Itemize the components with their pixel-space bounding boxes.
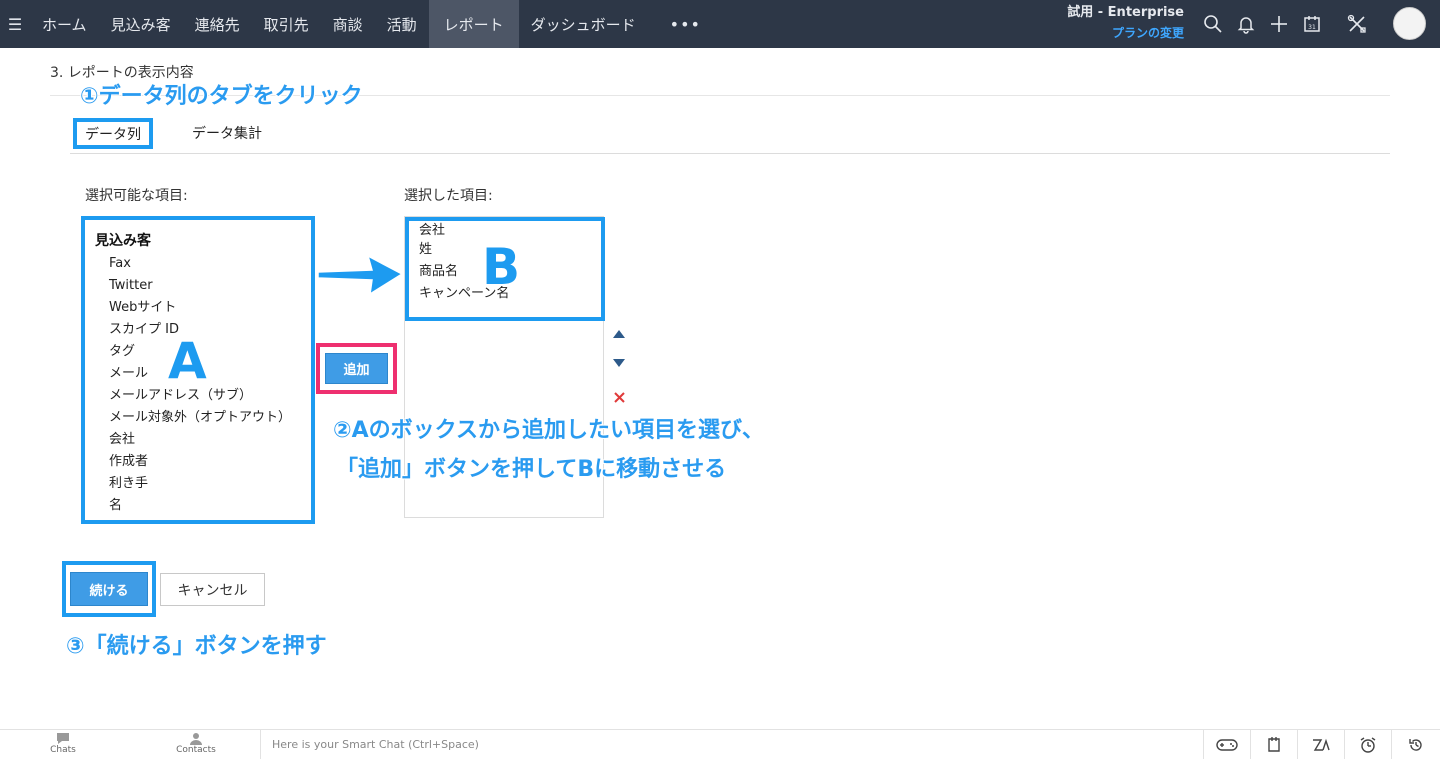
continue-button[interactable]: 続ける (70, 572, 148, 606)
hamburger-menu-icon[interactable]: ☰ (0, 0, 30, 48)
alarm-clock-icon[interactable] (1345, 730, 1392, 759)
smart-chat-input[interactable]: Here is your Smart Chat (Ctrl+Space) (260, 730, 1204, 759)
annotation-step2-line2: 「追加」ボタンを押してBに移動させる (336, 457, 727, 482)
cancel-button[interactable]: キャンセル (160, 573, 265, 606)
tab-data-aggregate[interactable]: データ集計 (192, 123, 262, 143)
bell-icon[interactable] (1229, 0, 1262, 48)
notes-icon[interactable] (1251, 730, 1298, 759)
annotation-step1: ①データ列のタブをクリック (80, 84, 363, 109)
chats-label: Chats (50, 745, 76, 755)
top-icons: 31 (1196, 0, 1373, 48)
translate-icon[interactable] (1298, 730, 1345, 759)
change-plan-link[interactable]: プランの変更 (1060, 23, 1184, 43)
list-item[interactable]: 会社 (95, 429, 311, 451)
tab-data-columns[interactable]: データ列 (73, 118, 153, 149)
tabs-divider (70, 153, 1390, 154)
list-item[interactable]: 名 (95, 495, 311, 517)
list-item[interactable]: メール対象外（オプトアウト） (95, 407, 311, 429)
move-up-icon[interactable] (611, 326, 627, 342)
selected-columns-label: 選択した項目: (404, 188, 493, 204)
trial-info: 試用 - Enterprise プランの変更 (1060, 3, 1184, 43)
list-item[interactable]: Twitter (95, 275, 311, 297)
contacts-button[interactable]: Contacts (166, 732, 226, 756)
setup-tools-icon[interactable] (1340, 0, 1373, 48)
nav-home[interactable]: ホーム (30, 0, 99, 48)
nav-accounts[interactable]: 取引先 (252, 0, 321, 48)
nav-reports[interactable]: レポート (428, 0, 519, 48)
annotation-step3: ③「続ける」ボタンを押す (66, 634, 327, 659)
list-item[interactable]: Fax (95, 253, 311, 275)
add-button[interactable]: 追加 (325, 353, 388, 384)
remove-icon[interactable] (611, 389, 627, 405)
chats-button[interactable]: Chats (33, 732, 93, 756)
continue-button-highlight: 続ける (62, 561, 156, 617)
add-button-highlight: 追加 (316, 343, 397, 394)
calendar-icon[interactable]: 31 (1295, 0, 1328, 48)
annotation-letter-a: A (168, 332, 207, 390)
list-item[interactable]: 利き手 (95, 473, 311, 495)
nav-deals[interactable]: 商談 (321, 0, 375, 48)
available-group-title: 見込み客 (95, 233, 151, 249)
list-item[interactable]: 会社 (419, 223, 601, 239)
search-icon[interactable] (1196, 0, 1229, 48)
nav-activities[interactable]: 活動 (375, 0, 429, 48)
more-nav-icon[interactable]: ••• (648, 0, 723, 48)
svg-text:31: 31 (1308, 24, 1316, 31)
gamepad-icon[interactable] (1204, 730, 1251, 759)
person-icon (190, 733, 202, 745)
move-down-icon[interactable] (611, 355, 627, 371)
tab-data-columns-label: データ列 (85, 126, 141, 143)
list-item[interactable]: 作成者 (95, 451, 311, 473)
user-avatar[interactable] (1393, 7, 1426, 40)
nav-leads[interactable]: 見込み客 (99, 0, 183, 48)
chat-bubble-icon (57, 733, 69, 744)
top-navigation-bar: ☰ ホーム 見込み客 連絡先 取引先 商談 活動 レポート ダッシュボード ••… (0, 0, 1440, 48)
list-item[interactable]: Webサイト (95, 297, 311, 319)
arrow-right-icon (317, 254, 404, 296)
annotation-step2-line1: ②Aのボックスから追加したい項目を選び、 (333, 418, 764, 443)
trial-edition: 試用 - Enterprise (1067, 5, 1184, 20)
available-columns-label: 選択可能な項目: (85, 188, 188, 204)
annotation-letter-b: B (482, 238, 521, 296)
contacts-label: Contacts (176, 745, 216, 755)
nav-contacts[interactable]: 連絡先 (183, 0, 252, 48)
history-icon[interactable] (1392, 730, 1439, 759)
plus-icon[interactable] (1262, 0, 1295, 48)
bottom-tools (1204, 730, 1439, 759)
bottom-bar: Chats Contacts Here is your Smart Chat (… (0, 729, 1440, 759)
main-nav: ホーム 見込み客 連絡先 取引先 商談 活動 レポート ダッシュボード ••• (30, 0, 723, 48)
nav-dashboards[interactable]: ダッシュボード (519, 0, 648, 48)
